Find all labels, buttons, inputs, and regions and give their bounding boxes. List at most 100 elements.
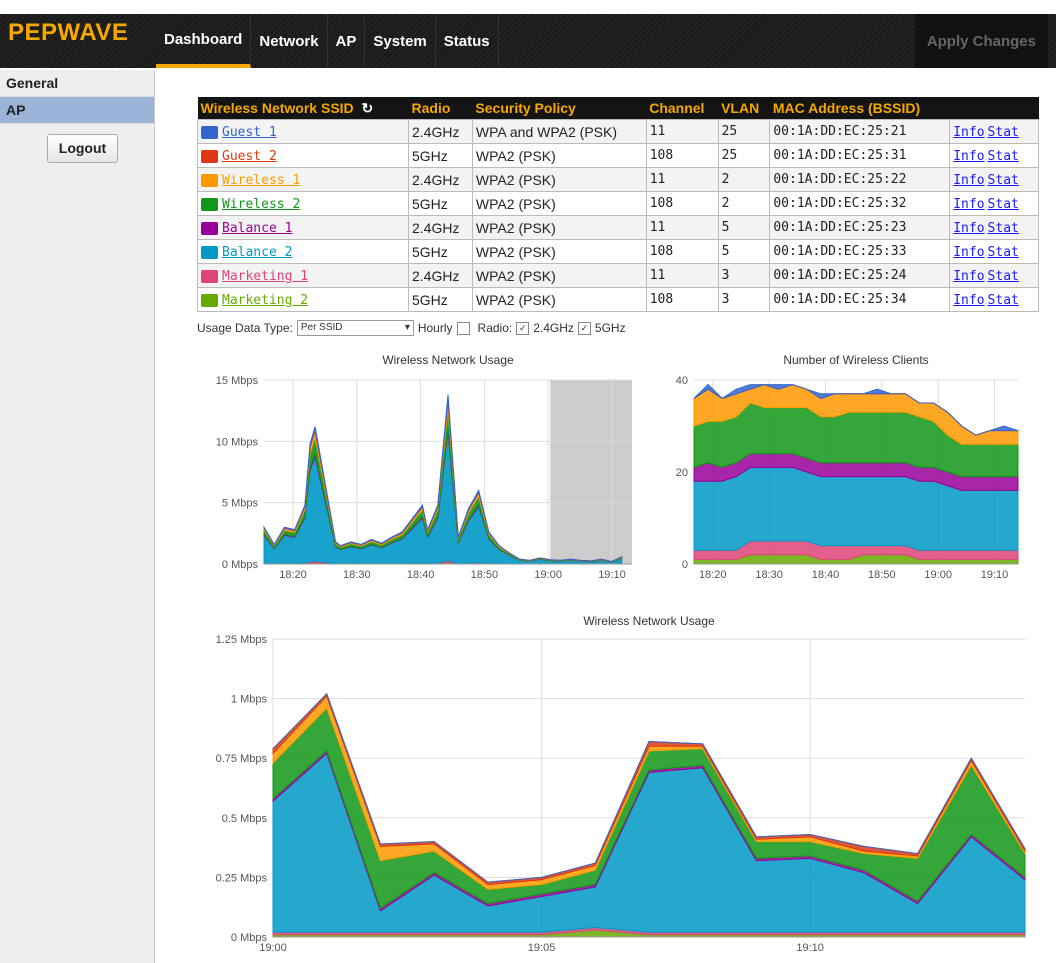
y-tick-label: 1.25 Mbps xyxy=(216,634,268,646)
radio-cell: 5GHz xyxy=(408,287,473,312)
stat-link[interactable]: Stat xyxy=(988,125,1019,140)
sidebar-item-ap[interactable]: AP xyxy=(0,97,154,124)
radio-cell: 5GHz xyxy=(408,143,473,168)
vlan-cell: 25 xyxy=(717,143,771,168)
info-link[interactable]: Info xyxy=(953,269,984,284)
info-link[interactable]: Info xyxy=(953,245,984,260)
x-tick-label: 19:10 xyxy=(981,569,1009,581)
x-tick-label: 18:50 xyxy=(471,569,499,581)
chart-title: Wireless Network Usage xyxy=(583,614,715,628)
ssid-link[interactable]: Marketing 2 xyxy=(222,293,308,308)
vlan-cell: 25 xyxy=(717,119,771,144)
radio-5-checkbox[interactable]: ✓ xyxy=(577,321,591,335)
ssid-color-swatch xyxy=(201,125,218,139)
ssid-color-swatch xyxy=(201,221,218,235)
x-tick-label: 19:10 xyxy=(598,569,626,581)
vlan-cell: 5 xyxy=(717,239,771,264)
vlan-cell: 2 xyxy=(717,191,771,216)
info-link[interactable]: Info xyxy=(953,125,984,140)
ssid-color-swatch xyxy=(201,197,218,211)
channel-cell: 108 xyxy=(645,239,719,264)
tab-status[interactable]: Status xyxy=(436,14,499,68)
header-actions xyxy=(949,97,1039,120)
y-tick-label: 0.75 Mbps xyxy=(216,753,268,765)
actions-cell: Info Stat xyxy=(949,143,1039,168)
security-cell: WPA2 (PSK) xyxy=(471,287,647,312)
ssid-table: Wireless Network SSID ↻ Radio Security P… xyxy=(197,97,1039,312)
tab-dashboard[interactable]: Dashboard xyxy=(156,14,252,68)
ssid-color-swatch xyxy=(201,149,218,163)
ssid-link[interactable]: Balance 2 xyxy=(222,245,292,260)
ssid-cell: Marketing 2 xyxy=(197,287,409,312)
logout-button[interactable]: Logout xyxy=(47,134,118,163)
mac-cell: 00:1A:DD:EC:25:31 xyxy=(769,143,951,168)
stat-link[interactable]: Stat xyxy=(988,245,1019,260)
usage-type-select[interactable]: Per SSID xyxy=(296,320,414,336)
header-ssid-label: Wireless Network SSID xyxy=(200,99,354,116)
sidebar-item-general[interactable]: General xyxy=(0,70,154,97)
y-tick-label: 0.5 Mbps xyxy=(222,813,268,825)
stat-link[interactable]: Stat xyxy=(988,221,1019,236)
x-tick-label: 19:00 xyxy=(924,569,952,581)
header-security: Security Policy xyxy=(472,97,647,120)
y-tick-label: 0 xyxy=(682,559,688,571)
mac-cell: 00:1A:DD:EC:25:34 xyxy=(769,287,951,312)
channel-cell: 11 xyxy=(645,263,719,288)
info-link[interactable]: Info xyxy=(953,293,984,308)
x-tick-label: 18:40 xyxy=(407,569,435,581)
channel-cell: 108 xyxy=(645,191,719,216)
ssid-link[interactable]: Marketing 1 xyxy=(222,269,308,284)
top-navigation-bar: PEPWAVE Dashboard Network AP System Stat… xyxy=(0,0,1056,68)
mac-cell: 00:1A:DD:EC:25:33 xyxy=(769,239,951,264)
stat-link[interactable]: Stat xyxy=(988,293,1019,308)
ssid-link[interactable]: Guest 1 xyxy=(222,125,277,140)
x-tick-label: 18:20 xyxy=(699,569,727,581)
table-header-row: Wireless Network SSID ↻ Radio Security P… xyxy=(197,97,1039,120)
hourly-label: Hourly xyxy=(417,321,453,335)
x-tick-label: 18:40 xyxy=(812,569,840,581)
ssid-cell: Wireless 1 xyxy=(197,167,409,192)
vlan-cell: 2 xyxy=(717,167,771,192)
info-link[interactable]: Info xyxy=(953,221,984,236)
info-link[interactable]: Info xyxy=(953,149,984,164)
tab-ap[interactable]: AP xyxy=(328,14,366,68)
radio-24-label: 2.4GHz xyxy=(533,321,574,335)
ssid-cell: Wireless 2 xyxy=(197,191,409,216)
radio-24-checkbox[interactable]: ✓ xyxy=(516,321,530,335)
y-tick-label: 20 xyxy=(676,467,688,479)
security-cell: WPA2 (PSK) xyxy=(471,167,647,192)
channel-cell: 11 xyxy=(645,215,719,240)
ssid-link[interactable]: Balance 1 xyxy=(222,221,292,236)
tab-network[interactable]: Network xyxy=(251,14,328,68)
ssid-cell: Guest 2 xyxy=(197,143,409,168)
radio-cell: 2.4GHz xyxy=(408,119,473,144)
info-link[interactable]: Info xyxy=(953,173,984,188)
apply-changes-button[interactable]: Apply Changes xyxy=(914,14,1048,68)
ssid-link[interactable]: Guest 2 xyxy=(222,149,277,164)
ssid-link[interactable]: Wireless 1 xyxy=(222,173,300,188)
stat-link[interactable]: Stat xyxy=(988,269,1019,284)
actions-cell: Info Stat xyxy=(949,287,1039,312)
security-cell: WPA2 (PSK) xyxy=(471,143,647,168)
table-row: Guest 1 2.4GHz WPA and WPA2 (PSK) 11 25 00:1A… xyxy=(197,119,1039,144)
channel-cell: 108 xyxy=(645,287,719,312)
x-tick-label: 19:00 xyxy=(534,569,562,581)
tab-system[interactable]: System xyxy=(365,14,436,68)
channel-cell: 108 xyxy=(645,143,719,168)
y-tick-label: 10 Mbps xyxy=(216,436,259,448)
table-row: Marketing 2 5GHz WPA2 (PSK) 108 3 00:1A:DD:EC… xyxy=(197,287,1039,312)
info-link[interactable]: Info xyxy=(953,197,984,212)
ssid-link[interactable]: Wireless 2 xyxy=(222,197,300,212)
radio-label: Radio: xyxy=(477,321,513,335)
header-channel: Channel xyxy=(646,97,719,120)
hourly-checkbox[interactable] xyxy=(456,321,470,335)
stat-link[interactable]: Stat xyxy=(988,197,1019,212)
refresh-icon[interactable]: ↻ xyxy=(362,100,374,116)
actions-cell: Info Stat xyxy=(949,167,1039,192)
radio-cell: 2.4GHz xyxy=(408,167,473,192)
stat-link[interactable]: Stat xyxy=(988,149,1019,164)
ssid-color-swatch xyxy=(201,245,218,259)
x-tick-label: 19:00 xyxy=(259,942,287,954)
vlan-cell: 3 xyxy=(717,263,771,288)
stat-link[interactable]: Stat xyxy=(988,173,1019,188)
